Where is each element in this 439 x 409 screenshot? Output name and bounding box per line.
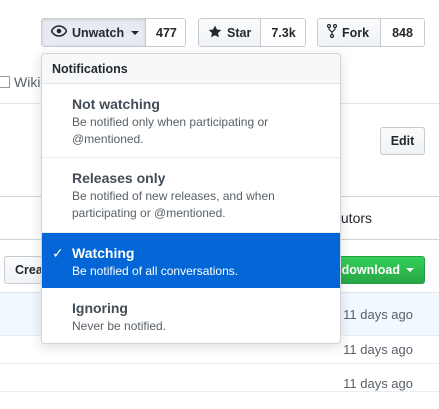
unwatch-label: Unwatch bbox=[72, 25, 125, 40]
watchers-count[interactable]: 477 bbox=[146, 19, 185, 46]
option-description: Be notified of all conversations. bbox=[72, 264, 239, 278]
option-ignoring[interactable]: Ignoring Never be notified. bbox=[42, 288, 340, 343]
notifications-dropdown: Notifications Not watching Be notified o… bbox=[41, 53, 341, 344]
eye-icon bbox=[50, 25, 68, 40]
option-description: Be notified only when participating or bbox=[72, 115, 269, 129]
star-button-group: Star 7.3k bbox=[198, 18, 306, 47]
option-releases-only[interactable]: Releases only Be notified of new release… bbox=[42, 158, 340, 233]
fork-button-group: Fork 848 bbox=[317, 18, 425, 47]
option-description: @mentioned. bbox=[72, 132, 144, 146]
stargazers-count[interactable]: 7.3k bbox=[261, 19, 305, 46]
option-title: Releases only bbox=[72, 170, 166, 186]
clone-download-button[interactable]: r download bbox=[332, 256, 425, 284]
option-title: Ignoring bbox=[72, 300, 128, 316]
option-watching[interactable]: ✓ Watching Be notified of all conversati… bbox=[42, 233, 340, 288]
file-age: 11 days ago bbox=[343, 342, 413, 357]
fork-button[interactable]: Fork bbox=[318, 19, 381, 46]
star-icon bbox=[208, 25, 222, 41]
option-description: Be notified of new releases, and when bbox=[72, 189, 275, 203]
star-button[interactable]: Star bbox=[199, 19, 262, 46]
file-age: 11 days ago bbox=[343, 307, 413, 322]
file-row: 11 days ago bbox=[0, 364, 439, 392]
fork-icon bbox=[326, 23, 338, 41]
file-age: 11 days ago bbox=[343, 376, 413, 391]
wiki-tab-label: Wiki bbox=[14, 74, 41, 90]
fork-label: Fork bbox=[342, 25, 370, 40]
option-not-watching[interactable]: Not watching Be notified only when parti… bbox=[42, 84, 340, 158]
check-icon: ✓ bbox=[52, 245, 64, 261]
repo-page: Unwatch 477 Star 7.3k Fork 848 Wiki Edit… bbox=[0, 0, 439, 409]
watch-button-group: Unwatch 477 bbox=[41, 18, 186, 47]
caret-down-icon bbox=[131, 30, 140, 35]
option-description: participating or @mentioned. bbox=[72, 206, 226, 220]
star-label: Star bbox=[227, 25, 252, 40]
edit-description-button[interactable]: Edit bbox=[380, 127, 425, 155]
wiki-tab[interactable]: Wiki bbox=[0, 74, 40, 90]
forks-count[interactable]: 848 bbox=[381, 19, 424, 46]
clone-download-label: r download bbox=[333, 263, 400, 277]
dropdown-header: Notifications bbox=[42, 54, 340, 84]
book-icon bbox=[0, 76, 10, 88]
option-title: Not watching bbox=[72, 96, 160, 112]
caret-down-icon bbox=[406, 268, 414, 272]
option-description: Never be notified. bbox=[72, 319, 167, 333]
option-title: Watching bbox=[72, 245, 135, 261]
unwatch-button[interactable]: Unwatch bbox=[42, 19, 146, 46]
